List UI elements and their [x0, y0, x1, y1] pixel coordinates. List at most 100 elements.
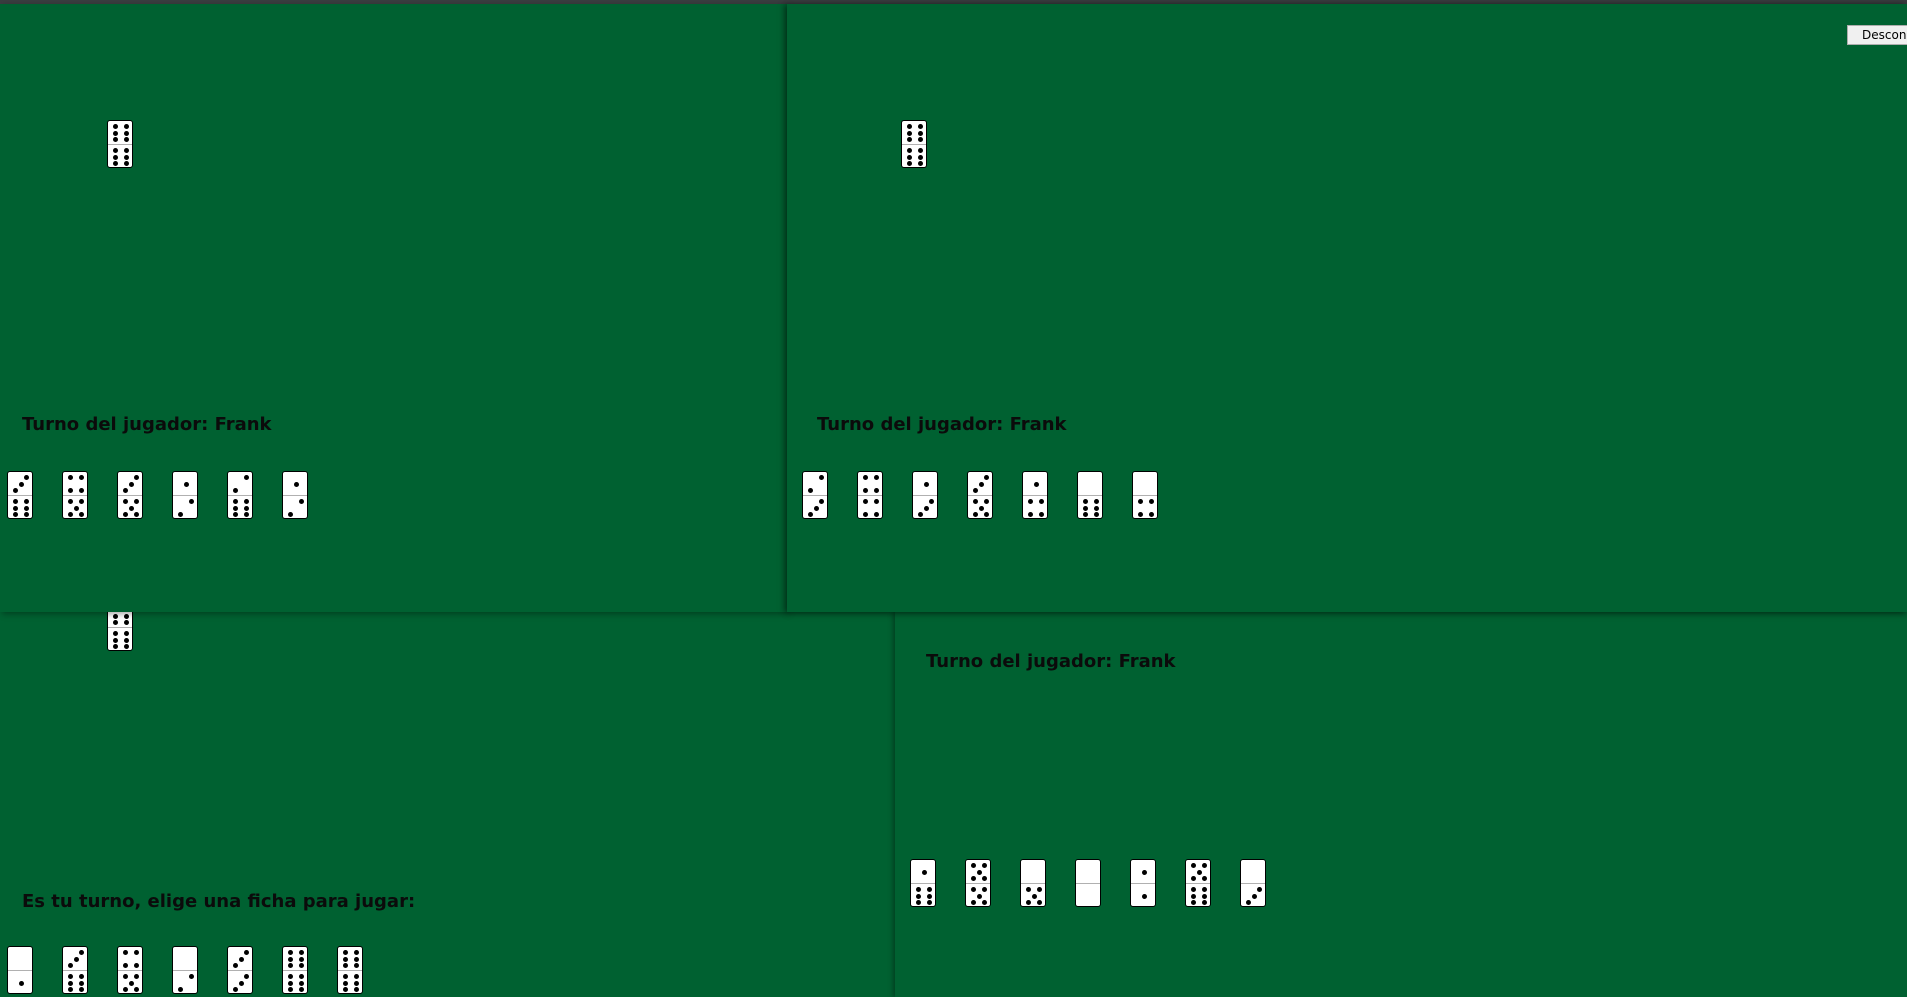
- pip: [68, 980, 73, 986]
- pip: [1191, 900, 1196, 905]
- pip: [134, 499, 139, 504]
- pip: [288, 512, 293, 517]
- pip: [24, 505, 29, 511]
- pip: [79, 488, 84, 493]
- pip: [68, 475, 73, 480]
- pip: [113, 644, 118, 649]
- pip: [113, 613, 118, 619]
- tile-bottom-half: [858, 495, 882, 518]
- tile-bottom-half: [228, 495, 252, 518]
- pip: [123, 950, 128, 955]
- hand-domino-tile: [1022, 471, 1048, 519]
- game-window-opponent-1: Turno del jugador: Frank: [0, 4, 787, 612]
- pip: [343, 956, 348, 962]
- hand-domino-tile: [1240, 859, 1266, 907]
- pip: [134, 475, 139, 480]
- pip: [1202, 900, 1207, 905]
- tile-bottom-half: [1023, 495, 1047, 518]
- hand-domino-tile[interactable]: [227, 946, 253, 994]
- pip: [863, 512, 868, 517]
- pip: [288, 974, 293, 979]
- pip: [288, 980, 293, 986]
- hand-domino-tile[interactable]: [62, 946, 88, 994]
- pip: [1138, 512, 1143, 517]
- pip: [971, 876, 976, 881]
- tile-bottom-half: [283, 970, 307, 993]
- pip: [1257, 887, 1262, 892]
- pip: [1141, 893, 1147, 899]
- pip: [113, 631, 118, 636]
- pip: [1039, 499, 1044, 504]
- hand-domino-tile[interactable]: [117, 946, 143, 994]
- tile-bottom-half: [966, 883, 990, 906]
- pip: [354, 987, 359, 992]
- tile-bottom-half: [911, 883, 935, 906]
- pip: [128, 505, 134, 511]
- hand-domino-tile[interactable]: [282, 946, 308, 994]
- pip: [183, 481, 189, 487]
- pip: [178, 987, 183, 992]
- pip: [1037, 900, 1042, 905]
- hand-domino-tile: [62, 471, 88, 519]
- pip: [79, 512, 84, 517]
- pip: [124, 644, 129, 649]
- pip: [244, 505, 249, 511]
- pip: [299, 980, 304, 986]
- tile-bottom-half: [338, 970, 362, 993]
- hand-domino-tile: [1075, 859, 1101, 907]
- pip: [907, 130, 912, 136]
- pip: [113, 130, 118, 136]
- tile-top-half: [1131, 860, 1155, 883]
- pip: [907, 161, 912, 166]
- pip: [24, 475, 29, 480]
- tile-top-half: [1021, 860, 1045, 883]
- pip: [128, 980, 134, 986]
- board-domino-tile: [107, 120, 133, 168]
- pip: [68, 974, 73, 979]
- hand-domino-tile: [7, 471, 33, 519]
- pip: [916, 893, 921, 899]
- hand-domino-tile: [912, 471, 938, 519]
- pip: [343, 963, 348, 968]
- pip: [244, 499, 249, 504]
- pip: [134, 974, 139, 979]
- pip: [1028, 499, 1033, 504]
- pip: [123, 974, 128, 979]
- tile-bottom-half: [8, 495, 32, 518]
- tile-top-half: [118, 947, 142, 970]
- game-window-opponent-2: Desconectar Turno del jugador: Frank: [787, 4, 1907, 612]
- pip: [973, 488, 978, 493]
- disconnect-button[interactable]: Desconectar: [1847, 25, 1907, 45]
- tile-top-half: [1241, 860, 1265, 883]
- pip: [1251, 893, 1257, 899]
- pip: [244, 512, 249, 517]
- tile-top-half: [173, 472, 197, 495]
- hand-domino-tile: [1077, 471, 1103, 519]
- pip: [123, 512, 128, 517]
- pip: [978, 505, 984, 511]
- pip: [976, 869, 982, 875]
- pip: [1149, 499, 1154, 504]
- hand-domino-tile[interactable]: [337, 946, 363, 994]
- pip: [244, 974, 249, 979]
- hand-domino-tile[interactable]: [172, 946, 198, 994]
- hand-domino-tile: [1185, 859, 1211, 907]
- pip: [238, 956, 244, 962]
- pip: [68, 488, 73, 493]
- tile-top-half: [1186, 860, 1210, 883]
- pip: [1083, 499, 1088, 504]
- pip: [233, 987, 238, 992]
- pip: [13, 505, 18, 511]
- pip: [288, 987, 293, 992]
- tile-top-half: [1076, 860, 1100, 883]
- pip: [1094, 499, 1099, 504]
- pip: [982, 900, 987, 905]
- turn-status-text: Es tu turno, elige una ficha para jugar:: [22, 891, 416, 912]
- pip: [124, 148, 129, 153]
- pip: [113, 148, 118, 153]
- pip: [123, 987, 128, 992]
- hand-domino-tile[interactable]: [7, 946, 33, 994]
- pip: [907, 154, 912, 160]
- pip: [982, 876, 987, 881]
- tile-bottom-half: [63, 495, 87, 518]
